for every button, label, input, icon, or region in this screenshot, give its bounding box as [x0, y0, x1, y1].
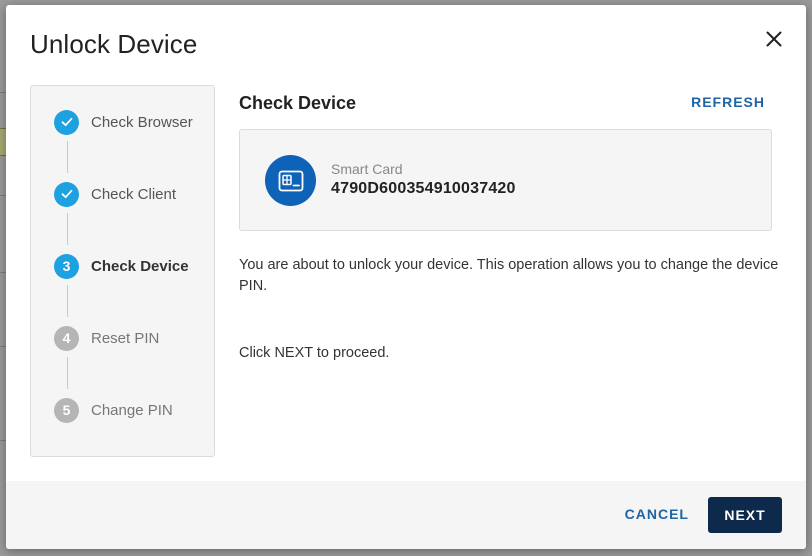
dialog-footer: CANCEL NEXT [6, 481, 806, 549]
check-icon [61, 189, 72, 199]
step-connector [67, 285, 68, 317]
description-text: You are about to unlock your device. Thi… [239, 257, 779, 294]
step-check-device[interactable]: 3 Check Device [54, 253, 189, 279]
step-circle-done [54, 181, 79, 207]
device-card[interactable]: Smart Card 4790D600354910037420 [239, 129, 772, 231]
step-label: Check Browser [91, 113, 193, 131]
step-reset-pin[interactable]: 4 Reset PIN [54, 325, 159, 351]
device-avatar [265, 155, 316, 206]
step-circle-pending: 4 [54, 325, 79, 351]
step-check-browser[interactable]: Check Browser [54, 109, 193, 135]
stepper: Check Browser Check Client 3 Check Devic… [30, 85, 215, 457]
step-label: Check Client [91, 185, 177, 203]
step-connector [67, 141, 68, 173]
cancel-button[interactable]: CANCEL [625, 506, 689, 522]
close-button[interactable] [762, 27, 786, 51]
smart-card-icon [278, 170, 303, 191]
unlock-device-dialog: Unlock Device Check Browser Check Client… [6, 5, 806, 549]
section-title: Check Device [239, 93, 357, 113]
step-connector [67, 357, 68, 389]
step-circle-done [54, 109, 79, 135]
next-button[interactable]: NEXT [708, 497, 782, 533]
device-type: Smart Card [331, 161, 403, 177]
check-icon [61, 117, 72, 127]
step-circle-pending: 5 [54, 397, 79, 423]
close-icon [766, 31, 782, 47]
step-change-pin[interactable]: 5 Change PIN [54, 397, 173, 423]
step-label: Check Device [91, 257, 189, 275]
step-check-client[interactable]: Check Client [54, 181, 176, 207]
device-id: 4790D600354910037420 [331, 180, 516, 197]
refresh-button[interactable]: REFRESH [691, 94, 765, 110]
step-connector [67, 213, 68, 245]
proceed-text: Click NEXT to proceed. [239, 345, 390, 361]
dialog-title: Unlock Device [30, 29, 198, 59]
step-label: Reset PIN [91, 329, 160, 347]
step-circle-active: 3 [54, 253, 79, 279]
step-label: Change PIN [91, 401, 173, 419]
